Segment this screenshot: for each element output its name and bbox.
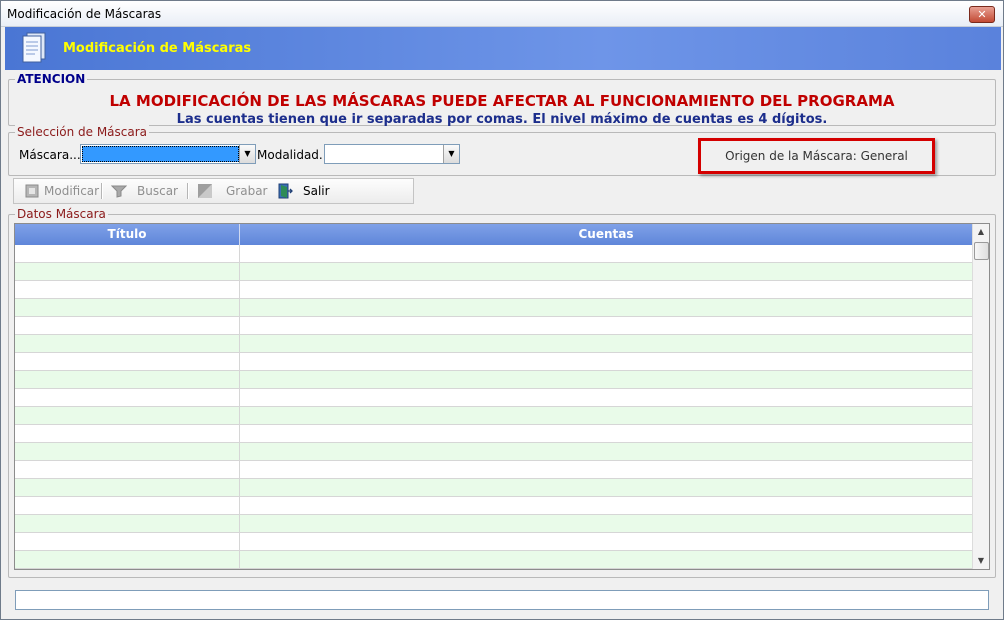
scroll-thumb[interactable]	[974, 242, 989, 260]
mascara-value	[82, 146, 239, 162]
exit-label: Salir	[303, 184, 330, 198]
save-label: Grabar	[226, 184, 268, 198]
scroll-up-icon[interactable]: ▲	[973, 224, 989, 240]
column-header-accounts[interactable]: Cuentas	[240, 224, 972, 245]
window: Modificación de Máscaras ✕ Modificación …	[0, 0, 1004, 620]
info-text: Las cuentas tienen que ir separadas por …	[176, 112, 828, 127]
table-row[interactable]	[15, 371, 972, 389]
column-divider	[239, 425, 240, 443]
column-divider	[239, 281, 240, 299]
table-row[interactable]	[15, 263, 972, 281]
title-bar[interactable]: Modificación de Máscaras ✕	[1, 1, 1003, 27]
mascara-dropdown[interactable]: ▼	[80, 144, 256, 164]
mascara-label: Máscara...	[19, 148, 81, 162]
column-divider	[239, 389, 240, 407]
table-row[interactable]	[15, 497, 972, 515]
table-row[interactable]	[15, 407, 972, 425]
status-bar	[15, 590, 989, 610]
table-row[interactable]	[15, 533, 972, 551]
table-row[interactable]	[15, 317, 972, 335]
column-divider	[239, 443, 240, 461]
table-row[interactable]	[15, 353, 972, 371]
table-row[interactable]	[15, 443, 972, 461]
mask-origin-label: Origen de la Máscara: General	[698, 138, 935, 174]
column-divider	[239, 335, 240, 353]
modalidad-label: Modalidad..	[257, 148, 327, 162]
scroll-down-icon[interactable]: ▼	[973, 553, 989, 569]
grid-header: Título Cuentas	[15, 224, 972, 245]
grid-rows	[15, 245, 972, 569]
save-icon	[198, 184, 212, 198]
table-row[interactable]	[15, 461, 972, 479]
close-button[interactable]: ✕	[969, 6, 995, 23]
modify-label: Modificar	[44, 184, 100, 198]
table-row[interactable]	[15, 479, 972, 497]
column-divider	[239, 407, 240, 425]
warning-text: LA MODIFICACIÓN DE LAS MÁSCARAS PUEDE AF…	[109, 92, 895, 110]
vertical-scrollbar[interactable]: ▲ ▼	[972, 224, 989, 569]
chevron-down-icon[interactable]: ▼	[443, 145, 459, 163]
table-row[interactable]	[15, 335, 972, 353]
funnel-icon	[111, 185, 127, 198]
attention-group: ATENCION LA MODIFICACIÓN DE LAS MÁSCARAS…	[8, 72, 996, 127]
window-title: Modificación de Máscaras	[7, 7, 162, 21]
table-row[interactable]	[15, 551, 972, 569]
search-label: Buscar	[137, 184, 178, 198]
edit-icon	[25, 184, 39, 198]
column-divider	[239, 317, 240, 335]
column-divider	[239, 263, 240, 281]
exit-door-icon	[278, 183, 293, 199]
column-divider	[239, 299, 240, 317]
header-banner: Modificación de Máscaras	[5, 27, 1001, 70]
modalidad-dropdown[interactable]: ▼	[324, 144, 460, 164]
column-divider	[239, 353, 240, 371]
table-row[interactable]	[15, 515, 972, 533]
toolbar: Modificar Buscar Grabar Salir	[13, 178, 414, 204]
selection-legend: Selección de Máscara	[15, 125, 150, 139]
column-divider	[239, 371, 240, 389]
toolbar-separator	[101, 183, 103, 199]
table-row[interactable]	[15, 281, 972, 299]
table-row[interactable]	[15, 245, 972, 263]
column-divider	[239, 533, 240, 551]
data-legend: Datos Máscara	[15, 207, 108, 221]
column-divider	[239, 479, 240, 497]
column-divider	[239, 497, 240, 515]
table-row[interactable]	[15, 299, 972, 317]
documents-icon	[22, 32, 46, 63]
column-divider	[239, 461, 240, 479]
attention-legend: ATENCION	[15, 72, 88, 86]
column-header-title[interactable]: Título	[15, 224, 240, 245]
column-divider	[239, 515, 240, 533]
column-divider	[239, 551, 240, 569]
mask-origin-text: Origen de la Máscara: General	[725, 149, 908, 163]
table-row[interactable]	[15, 389, 972, 407]
mask-data-grid[interactable]: Título Cuentas ▲ ▼	[14, 223, 990, 570]
column-divider	[239, 245, 240, 263]
banner-title: Modificación de Máscaras	[63, 41, 252, 56]
chevron-down-icon[interactable]: ▼	[239, 145, 255, 163]
toolbar-separator	[187, 183, 189, 199]
table-row[interactable]	[15, 425, 972, 443]
